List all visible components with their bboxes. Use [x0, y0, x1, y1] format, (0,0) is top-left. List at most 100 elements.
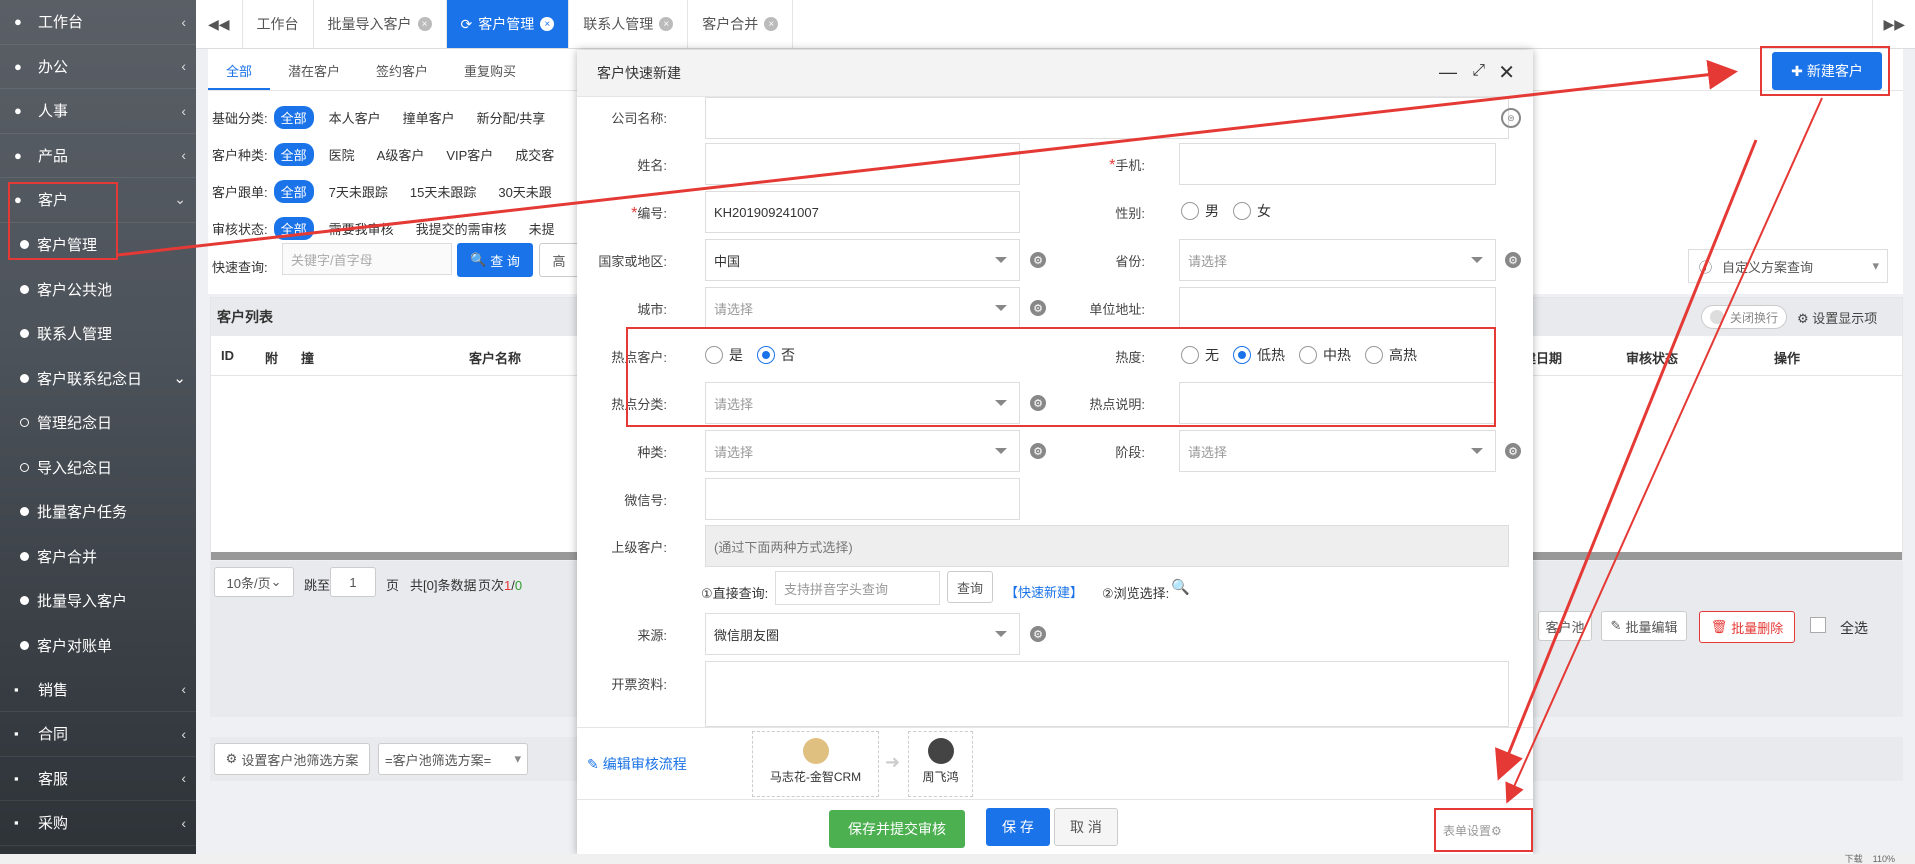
filter-option[interactable]: 全部 — [273, 143, 314, 166]
gear-icon[interactable]: ⚙ — [1030, 626, 1046, 642]
sidebar-item-2[interactable]: ● 人事 ‹ — [0, 89, 196, 134]
city-select[interactable]: 请选择 — [705, 287, 1020, 329]
filter-option[interactable]: VIP客户 — [439, 143, 500, 166]
sidebar-subitem-3[interactable]: 客户联系纪念日 ⌄ — [0, 356, 196, 401]
filter-option[interactable]: 15天未跟踪 — [403, 180, 483, 203]
close-icon[interactable]: × — [417, 17, 432, 31]
close-wrap-toggle[interactable]: 关闭换行 — [1701, 305, 1787, 329]
maximize-icon[interactable]: ⤢ — [1472, 62, 1485, 80]
gear-icon[interactable]: ⚙ — [1505, 252, 1521, 268]
filter-option[interactable]: 本人客户 — [322, 106, 388, 129]
sidebar-subitem-6[interactable]: 批量客户任务 — [0, 490, 196, 535]
gear-icon[interactable]: ⚙ — [1030, 252, 1046, 268]
filter-tab-3[interactable]: 重复购买 — [446, 51, 534, 90]
batch-edit-button[interactable]: ✎ 批量编辑 — [1601, 611, 1687, 641]
name-input[interactable] — [705, 143, 1020, 185]
search-icon[interactable]: 🔍 — [1171, 578, 1190, 596]
code-input[interactable]: KH201909241007 — [705, 191, 1020, 233]
filter-option[interactable]: 30天未跟 — [491, 180, 558, 203]
sidebar-subitem-7[interactable]: 客户合并 — [0, 534, 196, 579]
close-icon[interactable]: × — [540, 17, 555, 31]
lookup-icon[interactable]: ⊜ — [1501, 108, 1521, 128]
sidebar-bottom-item-0[interactable]: ▪ 销售 ‹ — [0, 668, 196, 712]
sidebar-subitem-2[interactable]: 联系人管理 — [0, 312, 196, 357]
tab-batch-import[interactable]: 批量导入客户 × — [314, 0, 447, 48]
pool-scheme-select[interactable]: =客户池筛选方案= ▾ — [378, 743, 528, 775]
filter-option[interactable]: 新分配/共享 — [470, 106, 553, 129]
zoom-level[interactable]: 110% — [1873, 854, 1895, 864]
refresh-icon[interactable]: ⟳ — [461, 16, 473, 33]
country-select[interactable]: 中国 — [705, 239, 1020, 281]
col-attach[interactable]: 附 — [265, 348, 278, 367]
mobile-input[interactable] — [1179, 143, 1496, 185]
filter-option[interactable]: 全部 — [273, 180, 314, 203]
sidebar-item-1[interactable]: ● 办公 ‹ — [0, 45, 196, 89]
col-id[interactable]: ID — [221, 348, 234, 363]
filter-option[interactable]: 医院 — [322, 143, 362, 166]
quick-query-input[interactable]: 关键字/首字母 — [282, 243, 452, 275]
tabs-next-button[interactable]: ▶▶ — [1872, 0, 1915, 48]
tab-contacts[interactable]: 联系人管理 × — [569, 0, 689, 48]
filter-option[interactable]: 成交客 — [508, 143, 561, 166]
sidebar-item-3[interactable]: ● 产品 ‹ — [0, 134, 196, 178]
filter-tab-1[interactable]: 潜在客户 — [270, 51, 358, 90]
sidebar-subitem-4[interactable]: 管理纪念日 — [0, 401, 196, 446]
direct-query-button[interactable]: 查询 — [947, 571, 993, 603]
set-display-button[interactable]: ⚙ 设置显示项 — [1797, 308, 1877, 327]
gear-icon[interactable]: ⚙ — [1030, 300, 1046, 316]
tab-workbench[interactable]: 工作台 — [243, 0, 314, 48]
sidebar-subitem-5[interactable]: 导入纪念日 — [0, 445, 196, 490]
tabs-prev-button[interactable]: ◀◀ — [196, 0, 243, 48]
pool-button[interactable]: 客户池 — [1538, 611, 1592, 641]
save-submit-button[interactable]: 保存并提交审核 — [829, 810, 965, 848]
close-icon[interactable]: × — [764, 17, 779, 31]
gender-female-radio[interactable]: 女 — [1233, 201, 1271, 221]
page-input[interactable]: 1 — [330, 567, 376, 597]
filter-tab-0[interactable]: 全部 — [208, 51, 271, 90]
cancel-button[interactable]: 取 消 — [1054, 808, 1118, 846]
sidebar-bottom-item-1[interactable]: ▪ 合同 ‹ — [0, 712, 196, 757]
sidebar-subitem-9[interactable]: 客户对账单 — [0, 623, 196, 668]
close-icon[interactable]: ✕ — [1498, 60, 1515, 85]
edit-flow-link[interactable]: ✎ 编辑审核流程 — [587, 754, 687, 774]
sidebar-subitem-1[interactable]: 客户公共池 — [0, 267, 196, 312]
invoice-textarea[interactable] — [705, 661, 1509, 727]
filter-tab-2[interactable]: 签约客户 — [358, 51, 446, 90]
source-select[interactable]: 微信朋友圈 — [705, 613, 1020, 655]
tab-customer-merge[interactable]: 客户合并 × — [688, 0, 794, 48]
close-icon[interactable]: × — [659, 17, 674, 31]
stage-select[interactable]: 请选择 — [1179, 430, 1496, 472]
province-select[interactable]: 请选择 — [1179, 239, 1496, 281]
filter-option[interactable]: 全部 — [273, 217, 314, 240]
tab-customer-management[interactable]: ⟳ 客户管理 × — [446, 0, 570, 48]
sidebar-bottom-item-3[interactable]: ▪ 采购 ‹ — [0, 801, 196, 846]
sidebar-subitem-8[interactable]: 批量导入客户 — [0, 579, 196, 624]
gear-icon[interactable]: ⚙ — [1030, 443, 1046, 459]
sidebar-item-0[interactable]: ● 工作台 ‹ — [0, 0, 196, 45]
gender-male-radio[interactable]: 男 — [1181, 201, 1219, 221]
quick-new-link[interactable]: 【快速新建】 — [1005, 582, 1083, 601]
pool-scheme-button[interactable]: ⚙ 设置客户池筛选方案 — [214, 743, 370, 775]
filter-option[interactable]: A级客户 — [370, 143, 432, 166]
filter-option[interactable]: 撞单客户 — [396, 106, 462, 129]
company-input[interactable] — [705, 97, 1509, 139]
batch-delete-button[interactable]: 🗑 批量删除 — [1699, 611, 1795, 643]
sidebar-bottom-item-2[interactable]: ▪ 客服 ‹ — [0, 757, 196, 801]
col-duplicate[interactable]: 撞 — [301, 348, 314, 367]
direct-query-input[interactable]: 支持拼音字头查询 — [775, 571, 940, 605]
filter-option[interactable]: 全部 — [273, 106, 314, 129]
col-audit-status[interactable]: 审核状态 — [1626, 348, 1678, 367]
query-button[interactable]: 🔍 查 询 — [457, 243, 533, 277]
minimize-icon[interactable]: — — [1439, 62, 1457, 83]
address-input[interactable] — [1179, 287, 1496, 329]
filter-option[interactable]: 7天未跟踪 — [322, 180, 395, 203]
filter-option[interactable]: 需要我审核 — [322, 217, 401, 240]
filter-option[interactable]: 我提交的需审核 — [409, 217, 514, 240]
download-label[interactable]: 下载 — [1845, 854, 1863, 864]
save-button[interactable]: 保 存 — [986, 808, 1050, 846]
custom-query-select[interactable]: ⓘ 自定义方案查询 ▾ — [1688, 249, 1888, 283]
select-all-checkbox[interactable] — [1810, 617, 1826, 633]
gear-icon[interactable]: ⚙ — [1505, 443, 1521, 459]
kind-select[interactable]: 请选择 — [705, 430, 1020, 472]
col-customer-name[interactable]: 客户名称 — [469, 348, 521, 367]
